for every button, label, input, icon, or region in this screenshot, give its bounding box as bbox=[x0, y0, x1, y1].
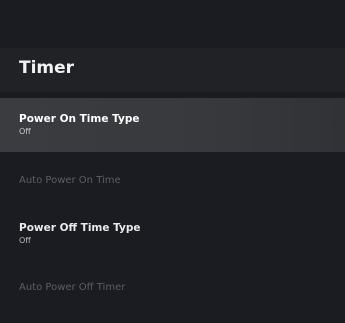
power-on-time-type-item[interactable]: Power On Time Type Off bbox=[0, 98, 345, 152]
timer-settings-screen: Timer Power On Time Type Off Auto Power … bbox=[0, 0, 345, 323]
power-on-time-type-label: Power On Time Type bbox=[19, 113, 140, 125]
power-off-time-type-label: Power Off Time Type bbox=[19, 222, 141, 234]
page-title: Timer bbox=[19, 58, 75, 78]
settings-header: Timer bbox=[0, 48, 345, 92]
power-off-time-type-item[interactable]: Power Off Time Type Off bbox=[0, 214, 345, 260]
power-on-time-type-value: Off bbox=[19, 127, 31, 136]
auto-power-on-time-item: Auto Power On Time bbox=[0, 174, 345, 198]
auto-power-on-time-label: Auto Power On Time bbox=[19, 175, 121, 186]
auto-power-off-timer-label: Auto Power Off Timer bbox=[19, 282, 126, 293]
auto-power-off-timer-item: Auto Power Off Timer bbox=[0, 281, 345, 305]
top-spacer bbox=[0, 0, 345, 48]
power-off-time-type-value: Off bbox=[19, 236, 31, 245]
